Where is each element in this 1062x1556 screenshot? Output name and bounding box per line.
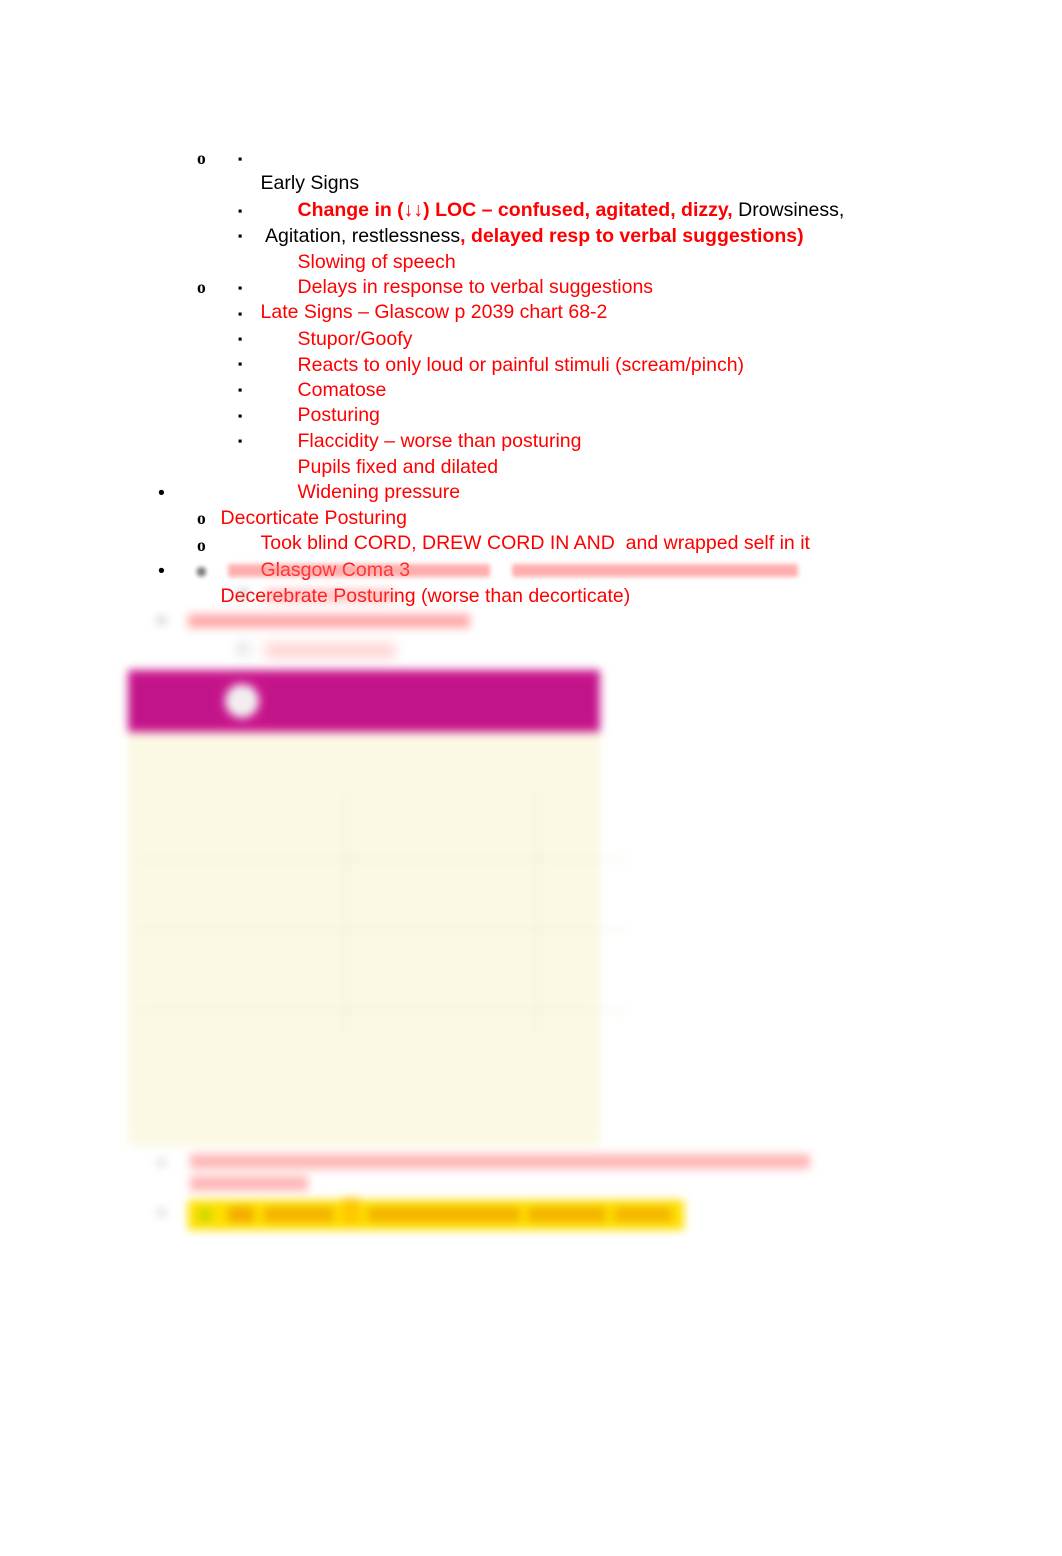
table-row (138, 790, 628, 860)
blurred-text-run (265, 644, 395, 657)
table-cell-category (138, 790, 347, 860)
table-row (138, 929, 628, 1011)
table-cell-total-blank (346, 1010, 538, 1036)
bullet-marker-o: o (197, 507, 206, 528)
figure-header-left-block (132, 679, 218, 723)
blurred-text-run (190, 1154, 810, 1169)
blurred-text-run (228, 1207, 254, 1222)
bullet-marker-square: ▪ (238, 332, 243, 346)
table-cell-response (346, 859, 538, 930)
table-cell-score (537, 790, 628, 860)
table-row-total (138, 1010, 629, 1037)
table-cell-category (138, 859, 347, 930)
blurred-text-run (614, 1207, 672, 1222)
avatar-icon (225, 684, 259, 718)
bullet-marker-square: ▪ (238, 357, 243, 371)
table-cell-category (138, 929, 347, 1011)
table-cell-response (346, 790, 538, 860)
embedded-figure-glasgow-coma-scale (128, 670, 628, 1146)
blurred-text-run (528, 1207, 606, 1222)
blurred-text-run (198, 1208, 212, 1222)
bullet-marker-square: ▪ (238, 434, 243, 448)
document-page: o Early Signs ▪ Change in (↓↓) LOC – con… (0, 0, 1062, 1556)
blurred-text-run (264, 1207, 334, 1222)
figure-subtitle (140, 760, 588, 771)
decerebrate-label: Decerebrate Posturing (worse than decort… (220, 585, 631, 608)
table-cell-total-label (138, 1011, 347, 1037)
table-row (138, 859, 628, 930)
bullet-marker-o: o (197, 147, 206, 168)
bullet-marker-square: ▪ (238, 307, 243, 321)
bullet-marker-dot: • (158, 481, 165, 504)
bullet-marker-o: o (197, 276, 206, 297)
table-cell-score (537, 929, 628, 1011)
bullet-marker-square: ▪ (238, 409, 243, 423)
blurred-tail-line-2-highlighted (0, 1196, 1062, 1240)
table-cell-score (537, 859, 628, 930)
bullet-marker-square (238, 644, 248, 654)
yellow-highlight-band (188, 1200, 684, 1230)
blurred-list-item-fourth (0, 640, 1062, 666)
figure-body (128, 732, 628, 1146)
figure-header-banner (128, 670, 600, 732)
blurred-tail-line-1 (0, 1150, 1062, 1196)
bullet-marker-dot: • (158, 559, 165, 582)
blurred-text-run (342, 1198, 360, 1224)
bullet-marker-square: ▪ (238, 204, 243, 218)
table-cell-response (346, 929, 538, 1011)
figure-header-right-block (266, 679, 594, 723)
blurred-text-run (190, 1176, 308, 1191)
bullet-marker-square: ▪ (238, 383, 243, 397)
blurred-text-run (368, 1207, 520, 1222)
figure-title (140, 738, 219, 756)
list-item-decerebrate-posturing: • Decerebrate Posturing (worse than deco… (158, 533, 631, 635)
figure-table (138, 790, 628, 1036)
bullet-marker-square: ▪ (238, 152, 243, 166)
bullet-marker-dot (157, 616, 166, 625)
bullet-marker-dot (157, 1158, 166, 1167)
bullet-marker-dot (157, 1208, 166, 1217)
bullet-marker-square: ▪ (238, 281, 243, 295)
table-cell-total-score (538, 1011, 629, 1037)
bullet-marker-square: ▪ (238, 229, 243, 243)
